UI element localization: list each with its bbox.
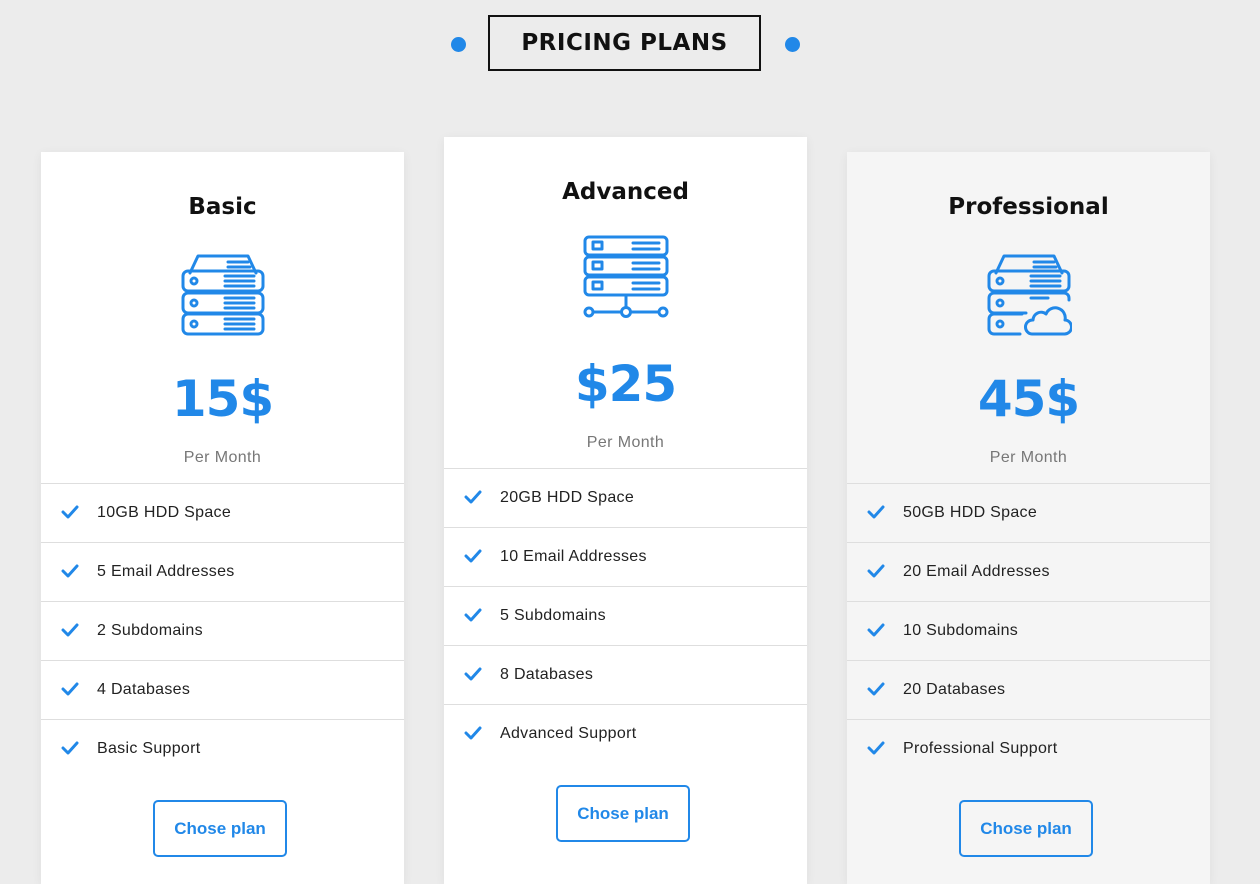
chose-plan-button[interactable]: Chose plan (153, 800, 287, 857)
feature-label: 10 Email Addresses (500, 548, 647, 565)
plan-period: Per Month (586, 434, 665, 451)
feature-item: 20 Email Addresses (847, 542, 1210, 601)
chose-plan-button[interactable]: Chose plan (556, 785, 690, 842)
check-icon (464, 666, 482, 682)
check-icon (464, 548, 482, 564)
check-icon (464, 489, 482, 505)
feature-item: Basic Support (41, 719, 404, 778)
feature-item: 10GB HDD Space (41, 483, 404, 542)
chose-plan-button[interactable]: Chose plan (959, 800, 1093, 857)
feature-item: Professional Support (847, 719, 1210, 778)
plan-name: Advanced (562, 179, 689, 205)
check-icon (867, 504, 885, 520)
feature-label: 8 Databases (500, 666, 594, 683)
decorative-dot-right (785, 37, 800, 52)
feature-label: 10 Subdomains (903, 622, 1019, 639)
pricing-section-header: PRICING PLANS (0, 0, 1260, 90)
server-stack-icon (180, 250, 266, 336)
feature-label: Advanced Support (500, 725, 637, 742)
plan-name: Basic (188, 194, 257, 220)
check-icon (867, 740, 885, 756)
feature-item: 5 Email Addresses (41, 542, 404, 601)
feature-label: 2 Subdomains (97, 622, 203, 639)
section-title-box: PRICING PLANS (488, 15, 761, 71)
feature-label: Professional Support (903, 740, 1058, 757)
feature-label: 4 Databases (97, 681, 191, 698)
plan-price: 45$ (977, 370, 1080, 428)
feature-label: 20GB HDD Space (500, 489, 635, 506)
feature-item: 4 Databases (41, 660, 404, 719)
server-network-icon (583, 235, 669, 321)
feature-item: 20GB HDD Space (444, 468, 807, 527)
feature-label: 20 Email Addresses (903, 563, 1050, 580)
feature-list: 20GB HDD Space 10 Email Addresses 5 Subd… (444, 468, 807, 763)
check-icon (61, 622, 79, 638)
check-icon (867, 622, 885, 638)
plan-price: $25 (574, 355, 677, 413)
check-icon (61, 504, 79, 520)
feature-list: 50GB HDD Space 20 Email Addresses 10 Sub… (847, 483, 1210, 778)
check-icon (464, 607, 482, 623)
decorative-dot-left (451, 37, 466, 52)
feature-label: 50GB HDD Space (903, 504, 1038, 521)
feature-item: 10 Email Addresses (444, 527, 807, 586)
check-icon (464, 725, 482, 741)
plan-period: Per Month (989, 449, 1068, 466)
feature-list: 10GB HDD Space 5 Email Addresses 2 Subdo… (41, 483, 404, 778)
feature-item: 8 Databases (444, 645, 807, 704)
section-title: PRICING PLANS (521, 30, 728, 56)
feature-item: 2 Subdomains (41, 601, 404, 660)
check-icon (61, 681, 79, 697)
check-icon (867, 563, 885, 579)
feature-item: 10 Subdomains (847, 601, 1210, 660)
feature-item: 50GB HDD Space (847, 483, 1210, 542)
plan-name: Professional (948, 194, 1109, 220)
server-cloud-icon (986, 250, 1072, 336)
feature-label: 20 Databases (903, 681, 1006, 698)
plan-period: Per Month (183, 449, 262, 466)
feature-item: 5 Subdomains (444, 586, 807, 645)
feature-label: Basic Support (97, 740, 201, 757)
check-icon (61, 740, 79, 756)
plan-price: 15$ (171, 370, 274, 428)
check-icon (61, 563, 79, 579)
feature-item: 20 Databases (847, 660, 1210, 719)
pricing-card-professional: Professional 45$ Per Month 50GB HDD Spac… (847, 152, 1210, 884)
feature-label: 10GB HDD Space (97, 504, 232, 521)
feature-item: Advanced Support (444, 704, 807, 763)
check-icon (867, 681, 885, 697)
pricing-card-advanced: Advanced $25 Per Month 20GB HDD Space 10… (444, 137, 807, 884)
pricing-card-basic: Basic 15$ Per Month 10GB HDD Space 5 Ema… (41, 152, 404, 884)
feature-label: 5 Email Addresses (97, 563, 235, 580)
feature-label: 5 Subdomains (500, 607, 606, 624)
